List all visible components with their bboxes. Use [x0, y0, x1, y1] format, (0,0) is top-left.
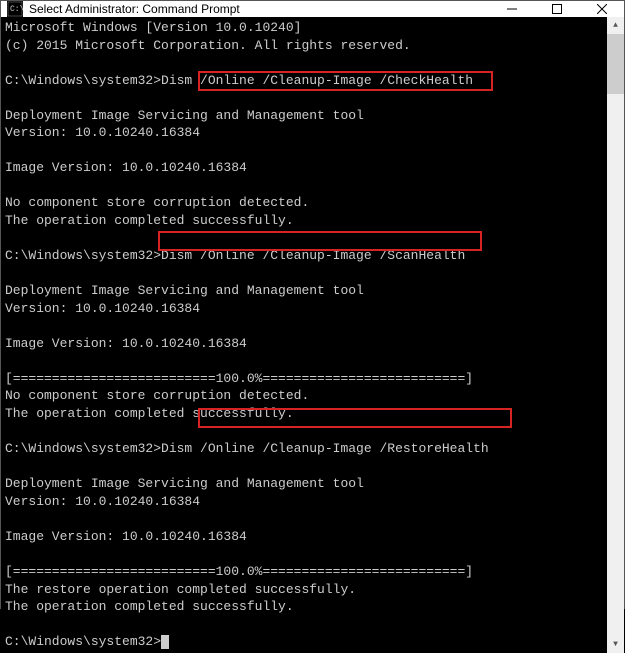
terminal-line: C:\Windows\system32> — [5, 634, 161, 649]
terminal-line: No component store corruption detected. — [5, 195, 309, 210]
terminal-line: [==========================100.0%=======… — [5, 564, 473, 579]
terminal-line: Deployment Image Servicing and Managemen… — [5, 283, 364, 298]
terminal-line: Version: 10.0.10240.16384 — [5, 301, 200, 316]
cursor — [161, 635, 169, 649]
terminal-line: Image Version: 10.0.10240.16384 — [5, 529, 247, 544]
titlebar[interactable]: C:\ Select Administrator: Command Prompt — [1, 1, 624, 17]
terminal-line: Version: 10.0.10240.16384 — [5, 494, 200, 509]
terminal-line: Image Version: 10.0.10240.16384 — [5, 336, 247, 351]
terminal-line: Image Version: 10.0.10240.16384 — [5, 160, 247, 175]
terminal-line: Version: 10.0.10240.16384 — [5, 125, 200, 140]
terminal-line: The restore operation completed successf… — [5, 582, 356, 597]
cmd-icon: C:\ — [7, 1, 23, 17]
terminal-line: C:\Windows\system32>Dism /Online /Cleanu… — [5, 441, 489, 456]
scroll-up-arrow[interactable]: ▲ — [607, 17, 624, 34]
vertical-scrollbar[interactable]: ▲ ▼ — [607, 17, 624, 653]
terminal-line: Microsoft Windows [Version 10.0.10240] — [5, 20, 301, 35]
terminal-line: C:\Windows\system32>Dism /Online /Cleanu… — [5, 73, 473, 88]
close-button[interactable] — [579, 1, 624, 17]
terminal-line: No component store corruption detected. — [5, 388, 309, 403]
content-area: Microsoft Windows [Version 10.0.10240] (… — [1, 17, 624, 653]
scroll-down-arrow[interactable]: ▼ — [607, 636, 624, 653]
scroll-thumb[interactable] — [607, 34, 624, 94]
window-controls — [489, 1, 624, 17]
window-title: Select Administrator: Command Prompt — [29, 2, 489, 16]
terminal-line: The operation completed successfully. — [5, 213, 294, 228]
terminal-output[interactable]: Microsoft Windows [Version 10.0.10240] (… — [1, 17, 607, 653]
terminal-line: (c) 2015 Microsoft Corporation. All righ… — [5, 38, 411, 53]
terminal-line: The operation completed successfully. — [5, 406, 294, 421]
terminal-line: The operation completed successfully. — [5, 599, 294, 614]
maximize-button[interactable] — [534, 1, 579, 17]
terminal-line: [==========================100.0%=======… — [5, 371, 473, 386]
minimize-button[interactable] — [489, 1, 534, 17]
terminal-line: Deployment Image Servicing and Managemen… — [5, 476, 364, 491]
terminal-line: C:\Windows\system32>Dism /Online /Cleanu… — [5, 248, 465, 263]
command-prompt-window: C:\ Select Administrator: Command Prompt… — [0, 0, 625, 609]
scroll-track[interactable] — [607, 34, 624, 636]
terminal-line: Deployment Image Servicing and Managemen… — [5, 108, 364, 123]
svg-text:C:\: C:\ — [10, 5, 23, 14]
